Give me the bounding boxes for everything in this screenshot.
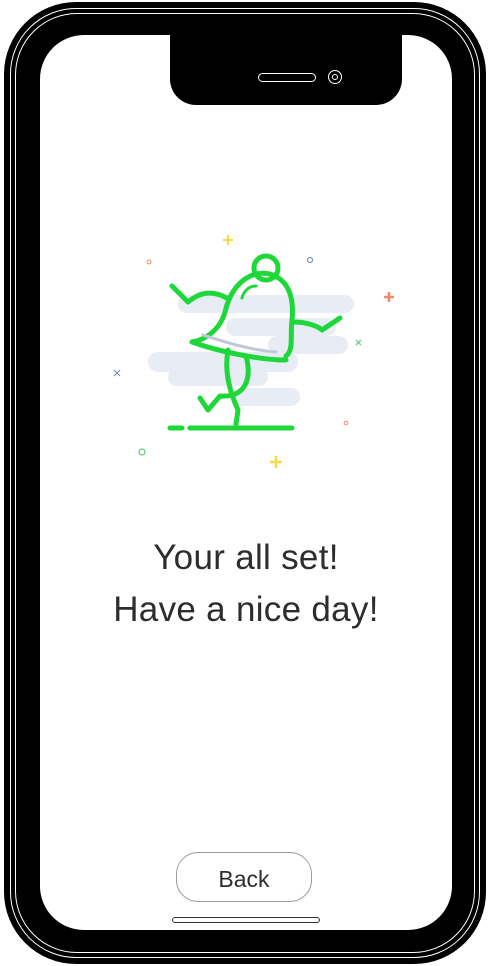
back-button[interactable]: Back: [176, 852, 312, 902]
dancing-bell-illustration: [113, 235, 394, 468]
notch: [170, 35, 402, 105]
cloud-shapes: [148, 295, 354, 406]
success-message: Your all set! Have a nice day!: [40, 532, 452, 636]
camera-icon: [328, 70, 342, 84]
speaker-icon: [258, 73, 316, 82]
message-line-2: Have a nice day!: [113, 590, 379, 629]
message-line-1: Your all set!: [153, 538, 339, 577]
home-indicator[interactable]: [172, 917, 320, 923]
